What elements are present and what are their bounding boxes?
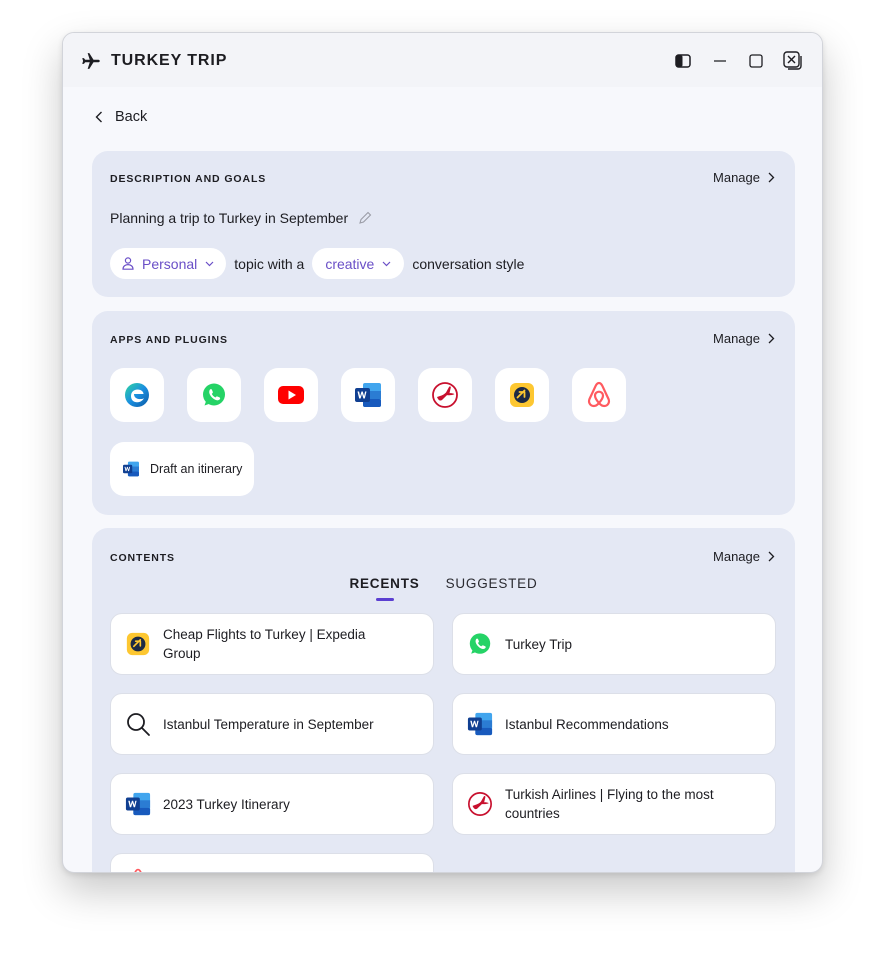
content-item[interactable]: Turkish Airlines | Flying to the most co… bbox=[452, 773, 776, 835]
content-item-title: 2023 Turkey Itinerary bbox=[163, 796, 290, 812]
word-icon bbox=[123, 461, 139, 477]
content-item-title: Istanbul Temperature in September bbox=[163, 716, 374, 732]
youtube-icon bbox=[278, 386, 304, 404]
whatsapp-icon bbox=[203, 383, 225, 406]
apps-row bbox=[110, 368, 626, 422]
app-edge[interactable] bbox=[110, 368, 164, 422]
topic-dropdown[interactable]: Personal bbox=[110, 248, 227, 279]
word-icon bbox=[467, 711, 493, 737]
minimize-icon bbox=[714, 60, 726, 62]
content-item-title: Cheap Flights to Turkey | Expedia Group bbox=[163, 627, 366, 661]
draft-itinerary-button[interactable]: Draft an itinerary bbox=[110, 442, 255, 496]
expedia-icon bbox=[125, 631, 151, 657]
title-bar: TURKEY TRIP bbox=[63, 33, 822, 87]
topic-connector-text: topic with a bbox=[234, 255, 305, 272]
description-text-row: Planning a trip to Turkey in September bbox=[110, 210, 372, 226]
description-card: DESCRIPTION AND GOALS Manage Planning a … bbox=[92, 151, 795, 297]
contents-manage-button[interactable]: Manage bbox=[713, 549, 775, 564]
word-icon bbox=[355, 383, 381, 407]
person-icon bbox=[122, 257, 134, 270]
chevron-right-icon bbox=[768, 551, 775, 562]
content-item[interactable]: Istanbul Recommendations bbox=[452, 693, 776, 755]
chevron-left-icon bbox=[95, 111, 102, 123]
manage-label: Manage bbox=[713, 549, 760, 564]
sidebar-toggle-icon bbox=[675, 54, 691, 68]
style-dropdown[interactable]: creative bbox=[312, 248, 405, 279]
description-manage-button[interactable]: Manage bbox=[713, 170, 775, 185]
app-youtube[interactable] bbox=[264, 368, 318, 422]
chevron-down-icon bbox=[382, 261, 391, 266]
draft-itinerary-label: Draft an itinerary bbox=[150, 462, 243, 476]
word-icon bbox=[125, 791, 151, 817]
manage-label: Manage bbox=[713, 170, 760, 185]
search-icon bbox=[125, 711, 151, 737]
content-item[interactable]: Cheap Flights to Turkey | Expedia Group bbox=[110, 613, 434, 675]
contents-card: CONTENTS Manage RECENTS SUGGESTED Cheap … bbox=[92, 528, 795, 872]
apps-section-label: APPS AND PLUGINS bbox=[110, 334, 228, 346]
close-icon bbox=[783, 51, 802, 70]
turkish-airlines-icon bbox=[432, 382, 458, 408]
maximize-button[interactable] bbox=[745, 50, 767, 72]
topic-value: Personal bbox=[142, 255, 198, 272]
close-button[interactable] bbox=[782, 50, 804, 72]
maximize-icon bbox=[749, 54, 763, 68]
content-item[interactable]: Turkey Trip bbox=[452, 613, 776, 675]
manage-label: Manage bbox=[713, 331, 760, 346]
minimize-button[interactable] bbox=[709, 50, 731, 72]
app-airbnb[interactable] bbox=[572, 368, 626, 422]
app-window: TURKEY TRIP Back DESCRIPTION AND GOALS M… bbox=[62, 32, 823, 873]
tab-recents[interactable]: RECENTS bbox=[349, 576, 419, 601]
window-title: TURKEY TRIP bbox=[111, 52, 228, 69]
content-item-title: Turkey Trip bbox=[505, 636, 573, 652]
tab-suggested[interactable]: SUGGESTED bbox=[446, 576, 538, 591]
style-suffix-text: conversation style bbox=[412, 255, 525, 272]
content-item[interactable]: Istanbul Temperature in September bbox=[110, 693, 434, 755]
app-whatsapp[interactable] bbox=[187, 368, 241, 422]
airbnb-icon bbox=[125, 866, 151, 872]
content-item[interactable]: 2023 Turkey Itinerary bbox=[110, 773, 434, 835]
chevron-right-icon bbox=[768, 333, 775, 344]
back-label: Back bbox=[115, 109, 148, 125]
contents-section-label: CONTENTS bbox=[110, 552, 175, 564]
app-turkish-airlines[interactable] bbox=[418, 368, 472, 422]
chevron-down-icon bbox=[205, 261, 214, 266]
turkish-airlines-icon bbox=[467, 791, 493, 817]
apps-card: APPS AND PLUGINS Manage Draft an itinera… bbox=[92, 311, 795, 515]
description-text: Planning a trip to Turkey in September bbox=[110, 210, 349, 226]
app-expedia[interactable] bbox=[495, 368, 549, 422]
app-word[interactable] bbox=[341, 368, 395, 422]
contents-tabs: RECENTS SUGGESTED bbox=[92, 576, 795, 601]
conversation-style-row: Personal topic with a creative conversat… bbox=[110, 248, 524, 279]
description-section-label: DESCRIPTION AND GOALS bbox=[110, 173, 267, 185]
airbnb-icon bbox=[587, 381, 611, 408]
back-button[interactable]: Back bbox=[95, 109, 147, 125]
sidebar-toggle-button[interactable] bbox=[672, 50, 694, 72]
expedia-icon bbox=[510, 383, 534, 407]
content-item-title: Turkish Airlines | Flying to the most co… bbox=[505, 787, 714, 821]
chevron-right-icon bbox=[768, 172, 775, 183]
style-value: creative bbox=[325, 255, 375, 272]
content-item-title: Istanbul Recommendations bbox=[505, 716, 669, 732]
airplane-icon bbox=[82, 53, 100, 69]
content-item[interactable] bbox=[110, 853, 434, 872]
whatsapp-icon bbox=[467, 631, 493, 657]
edge-icon bbox=[125, 383, 149, 407]
edit-pencil-icon[interactable] bbox=[358, 211, 372, 225]
apps-manage-button[interactable]: Manage bbox=[713, 331, 775, 346]
